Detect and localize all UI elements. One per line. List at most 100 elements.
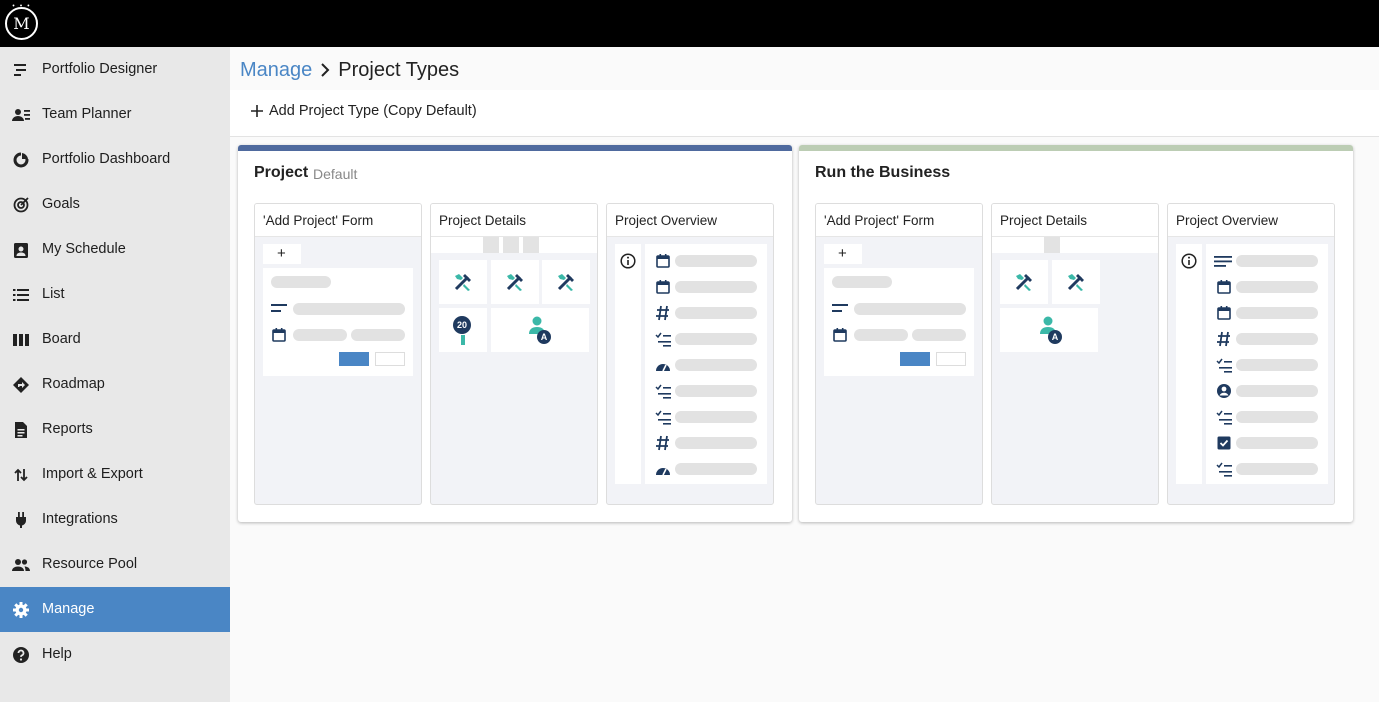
tools-icon <box>1067 274 1084 291</box>
panel-title: Project Overview <box>615 213 718 228</box>
project-details-panel[interactable]: Project Details 20 A <box>430 203 598 505</box>
sidebar-item-label: Manage <box>42 601 95 617</box>
breadcrumb-manage-link[interactable]: Manage <box>240 59 312 82</box>
tab-placeholder <box>1044 237 1060 253</box>
card-accent-strip <box>238 145 792 151</box>
reports-icon <box>15 422 27 438</box>
app-logo[interactable]: • • • M <box>5 3 38 40</box>
placeholder-line <box>293 303 405 315</box>
sidebar-item-team-planner[interactable]: Team Planner <box>0 92 230 137</box>
overview-side <box>1176 244 1202 484</box>
project-overview-panel[interactable]: Project Overview <box>1167 203 1335 505</box>
overview-side <box>615 244 641 484</box>
tools-icon <box>506 274 523 291</box>
placeholder-line <box>854 303 966 315</box>
checklist-icon <box>1216 358 1232 373</box>
info-icon <box>620 253 636 269</box>
toolbar: Add Project Type (Copy Default) <box>230 90 1379 137</box>
help-icon <box>13 647 29 663</box>
chevron-right-icon <box>321 63 330 77</box>
sidebar-item-manage[interactable]: Manage <box>0 587 230 632</box>
sidebar-item-label: My Schedule <box>42 241 126 257</box>
hash-icon <box>656 435 669 451</box>
project-type-title: Project <box>254 164 309 181</box>
panel-title: 'Add Project' Form <box>263 213 374 228</box>
person-icon <box>461 335 465 345</box>
panel-header: 'Add Project' Form <box>816 204 982 237</box>
checklist-icon <box>655 384 671 399</box>
plus-icon <box>251 105 263 117</box>
placeholder-line <box>675 333 757 345</box>
detail-tile: 20 <box>439 308 487 352</box>
checklist-icon <box>1216 462 1232 477</box>
sidebar-item-integrations[interactable]: Integrations <box>0 497 230 542</box>
placeholder-line <box>675 281 757 293</box>
sidebar-item-label: Portfolio Designer <box>42 61 158 77</box>
form-cancel-preview <box>375 352 405 366</box>
placeholder-line <box>1236 359 1318 371</box>
project-type-card-project[interactable]: Project Default 'Add Project' Form + Pro… <box>238 145 792 522</box>
number-badge: 20 <box>453 316 471 334</box>
sidebar-item-resource-pool[interactable]: Resource Pool <box>0 542 230 587</box>
calendar-icon <box>656 254 670 268</box>
form-cancel-preview <box>936 352 966 366</box>
form-save-preview <box>900 352 930 366</box>
text-lines-icon <box>1214 256 1232 267</box>
user-circle-icon <box>1217 384 1231 398</box>
sidebar-item-help[interactable]: Help <box>0 632 230 677</box>
sidebar-item-portfolio-designer[interactable]: Portfolio Designer <box>0 47 230 92</box>
placeholder-line <box>832 276 892 288</box>
sidebar-item-label: Import & Export <box>42 466 143 482</box>
team-planner-icon <box>12 109 30 121</box>
tab-placeholder <box>503 237 519 253</box>
sidebar-item-label: Team Planner <box>42 106 132 122</box>
panel-title: Project Overview <box>1176 213 1279 228</box>
project-details-panel[interactable]: Project Details A <box>991 203 1159 505</box>
sidebar-item-label: Help <box>42 646 72 662</box>
overview-fields <box>645 244 767 484</box>
placeholder-line <box>1236 333 1318 345</box>
sidebar-item-list[interactable]: List <box>0 272 230 317</box>
add-project-form-panel[interactable]: 'Add Project' Form + <box>254 203 422 505</box>
sidebar-item-board[interactable]: Board <box>0 317 230 362</box>
panel-title: Project Details <box>1000 213 1088 228</box>
panel-header: Project Overview <box>607 204 773 237</box>
add-project-form-panel[interactable]: 'Add Project' Form + <box>815 203 983 505</box>
sidebar-item-roadmap[interactable]: Roadmap <box>0 362 230 407</box>
page-title: Project Types <box>338 58 460 81</box>
sidebar-item-label: Integrations <box>42 511 118 527</box>
text-lines-icon <box>832 304 848 312</box>
checkbox-icon <box>1217 436 1231 450</box>
project-type-card-run-the-business[interactable]: Run the Business 'Add Project' Form + Pr… <box>799 145 1353 522</box>
placeholder-line <box>675 359 757 371</box>
avatar: A <box>537 330 551 344</box>
gear-icon <box>13 602 29 618</box>
sidebar-item-label: Goals <box>42 196 80 212</box>
sidebar-item-reports[interactable]: Reports <box>0 407 230 452</box>
tools-icon <box>557 274 574 291</box>
calendar-icon <box>656 280 670 294</box>
detail-tile <box>491 260 539 304</box>
add-project-type-label: Add Project Type (Copy Default) <box>269 103 477 119</box>
hash-icon <box>656 305 669 321</box>
add-project-type-button[interactable]: Add Project Type (Copy Default) <box>250 103 477 119</box>
checklist-icon <box>655 332 671 347</box>
project-overview-panel[interactable]: Project Overview <box>606 203 774 505</box>
form-add-button: + <box>263 244 301 264</box>
tab-strip <box>992 237 1158 253</box>
detail-tile <box>542 260 590 304</box>
sidebar-item-import-export[interactable]: Import & Export <box>0 452 230 497</box>
sidebar-item-label: Resource Pool <box>42 556 138 572</box>
board-icon <box>13 334 29 346</box>
sidebar-item-goals[interactable]: Goals <box>0 182 230 227</box>
sidebar: Portfolio Designer Team Planner Portfoli… <box>0 47 230 702</box>
placeholder-line <box>1236 411 1318 423</box>
sidebar-item-my-schedule[interactable]: My Schedule <box>0 227 230 272</box>
panel-header: Project Details <box>992 204 1158 237</box>
schedule-icon <box>14 243 28 258</box>
form-save-preview <box>339 352 369 366</box>
placeholder-line <box>675 255 757 267</box>
form-preview <box>824 268 974 376</box>
sidebar-item-portfolio-dashboard[interactable]: Portfolio Dashboard <box>0 137 230 182</box>
checklist-icon <box>1216 410 1232 425</box>
